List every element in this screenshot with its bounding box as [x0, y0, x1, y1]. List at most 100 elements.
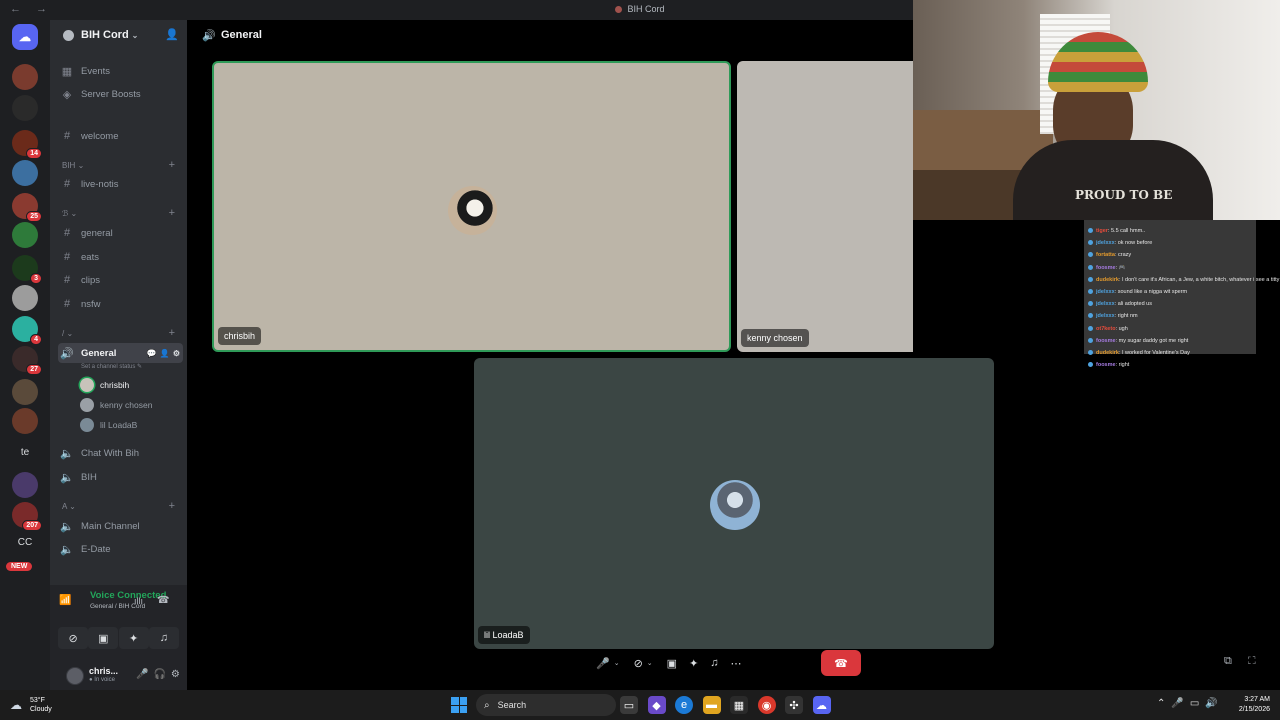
- chevron-down-icon[interactable]: ⌄: [614, 659, 620, 667]
- activities-icon[interactable]: ✦: [689, 657, 698, 670]
- disconnect-icon[interactable]: ☎: [157, 595, 169, 606]
- weather-widget[interactable]: ☁ 53°F Cloudy: [10, 696, 52, 714]
- store-icon[interactable]: ▦: [730, 696, 748, 714]
- activities-icon[interactable]: ✦: [118, 627, 149, 649]
- server-icon-3[interactable]: 14: [12, 130, 42, 159]
- discord-home-icon[interactable]: ☁: [12, 24, 38, 50]
- video-tile-kenny-chosen[interactable]: kenny chosen: [737, 61, 913, 352]
- soundboard-icon[interactable]: ♫: [148, 627, 179, 649]
- edge-icon[interactable]: e: [675, 696, 693, 714]
- discord-icon[interactable]: ☁: [812, 696, 831, 714]
- channel-label: Chat With Bih: [81, 447, 140, 459]
- category-2[interactable]: ℬ ⌄ +: [62, 207, 182, 219]
- server-icon-12[interactable]: [12, 408, 38, 434]
- more-icon[interactable]: ⋯: [731, 657, 742, 670]
- microphone-icon[interactable]: 🎤: [136, 669, 153, 680]
- server-icon-4[interactable]: [12, 160, 38, 186]
- add-channel-icon[interactable]: +: [169, 207, 175, 219]
- screen-share-icon[interactable]: ▣: [667, 657, 677, 670]
- guild-header[interactable]: BIH Cord ⌄ 👤: [50, 20, 187, 52]
- server-icon-8[interactable]: [12, 285, 38, 311]
- screen-share-icon[interactable]: ▣: [88, 627, 119, 649]
- add-channel-icon[interactable]: +: [169, 500, 175, 512]
- chat-message: ot7keto: ugh: [1088, 323, 1280, 335]
- category-3[interactable]: / ⌄ +: [62, 327, 182, 339]
- voice-user-kenny-chosen[interactable]: kenny chosen: [80, 396, 152, 414]
- channel-label: welcome: [81, 130, 119, 142]
- channel-actions-icons[interactable]: 💬👤⚙: [147, 349, 183, 358]
- voice-channel-bih[interactable]: 🔈 BIH: [58, 467, 183, 487]
- app-icon[interactable]: ✣: [785, 696, 803, 714]
- hang-up-button[interactable]: ☎: [821, 650, 861, 676]
- channel-label: live-notis: [81, 178, 119, 190]
- server-icon-14[interactable]: 207: [12, 502, 42, 531]
- taskbar-search[interactable]: ⌕ Search: [476, 694, 616, 716]
- category-4[interactable]: A ⌄ +: [62, 500, 182, 512]
- server-icon-9[interactable]: 4: [12, 316, 42, 345]
- server-icon-2[interactable]: [12, 95, 38, 121]
- sidebar-item-events[interactable]: ▦ Events: [58, 61, 183, 81]
- soundboard-icon[interactable]: ♫: [710, 657, 718, 669]
- chrome-icon[interactable]: ◉: [757, 696, 776, 714]
- channel-welcome[interactable]: # welcome: [58, 126, 183, 146]
- channel-nsfw[interactable]: # nsfw: [58, 294, 183, 314]
- headphones-icon[interactable]: 🎧: [153, 669, 170, 680]
- microphone-icon[interactable]: 🎤: [596, 657, 610, 670]
- chevron-down-icon[interactable]: ⌄: [647, 659, 653, 667]
- voice-connected-title[interactable]: Voice Connected: [90, 590, 166, 601]
- windows-start-icon[interactable]: [451, 697, 467, 713]
- voice-channel-main[interactable]: 🔈 Main Channel: [58, 516, 183, 536]
- camera-off-icon[interactable]: ⊘: [634, 657, 643, 670]
- server-icon-6[interactable]: [12, 222, 38, 248]
- network-icon[interactable]: ▭: [1190, 698, 1205, 709]
- voice-channel-general[interactable]: 🔊 General 💬👤⚙: [58, 343, 183, 363]
- server-icon-10[interactable]: 27: [12, 346, 42, 375]
- channel-general[interactable]: # general: [58, 223, 183, 243]
- video-tile-chrisbih[interactable]: chrisbih: [212, 61, 731, 352]
- voice-channel-e-date[interactable]: 🔈 E-Date: [58, 539, 183, 559]
- voice-user-chrisbih[interactable]: chrisbih: [80, 376, 129, 394]
- camera-off-icon[interactable]: ⊘: [58, 627, 89, 649]
- user-name[interactable]: chris...: [89, 666, 118, 676]
- volume-icon[interactable]: 🔊: [1205, 698, 1223, 709]
- server-icon-7[interactable]: 3: [12, 255, 42, 284]
- noise-suppression-icon[interactable]: ıllı: [134, 596, 143, 606]
- invite-people-icon[interactable]: 👤: [165, 28, 179, 41]
- avatar: [448, 186, 497, 235]
- avatar: [80, 418, 94, 432]
- category-bih[interactable]: BIH ⌄ +: [62, 159, 182, 171]
- server-te[interactable]: te: [12, 439, 38, 465]
- clock[interactable]: 3:27 AM 2/15/2026: [1230, 695, 1270, 715]
- channel-live-notis[interactable]: # live-notis: [58, 174, 183, 194]
- avatar[interactable]: [66, 667, 84, 685]
- channel-clips[interactable]: # clips: [58, 270, 183, 290]
- server-icon-13[interactable]: [12, 472, 38, 498]
- channel-status[interactable]: Set a channel status ✎: [81, 363, 142, 370]
- microphone-icon[interactable]: 🎤: [1171, 698, 1189, 709]
- server-icon-11[interactable]: [12, 379, 38, 405]
- video-tile-lil-loadab[interactable]: lil LoadaB: [474, 358, 994, 649]
- signal-icon[interactable]: 📶: [59, 595, 71, 606]
- channel-eats[interactable]: # eats: [58, 247, 183, 267]
- channel-label: general: [81, 227, 113, 239]
- add-channel-icon[interactable]: +: [169, 327, 175, 339]
- voice-channel-chat-with-bih[interactable]: 🔈 Chat With Bih: [58, 443, 183, 463]
- server-icon-5[interactable]: 25: [12, 193, 42, 222]
- gear-icon[interactable]: ⚙: [171, 669, 185, 680]
- add-channel-icon[interactable]: +: [169, 159, 175, 171]
- server-icon-1[interactable]: [12, 64, 38, 90]
- fullscreen-icon[interactable]: ⛶: [1248, 655, 1272, 667]
- copilot-icon[interactable]: ◆: [647, 696, 666, 714]
- server-cc[interactable]: CC: [12, 529, 38, 555]
- sidebar-item-server-boosts[interactable]: ◈ Server Boosts: [58, 84, 183, 104]
- chat-username: jdelxxx: [1096, 301, 1115, 308]
- chevron-up-icon[interactable]: ⌃: [1157, 698, 1171, 709]
- task-view-icon[interactable]: ▭: [620, 696, 638, 714]
- chat-badge-icon: [1088, 325, 1093, 331]
- file-explorer-icon[interactable]: ▬: [702, 696, 721, 714]
- channel-label: E-Date: [81, 543, 111, 555]
- voice-user-lil-loadab[interactable]: lil LoadaB: [80, 416, 137, 434]
- popout-icon[interactable]: ⧉: [1224, 655, 1248, 667]
- chat-message: foosme: 🎮: [1088, 262, 1280, 274]
- voice-user-label: lil LoadaB: [100, 420, 138, 430]
